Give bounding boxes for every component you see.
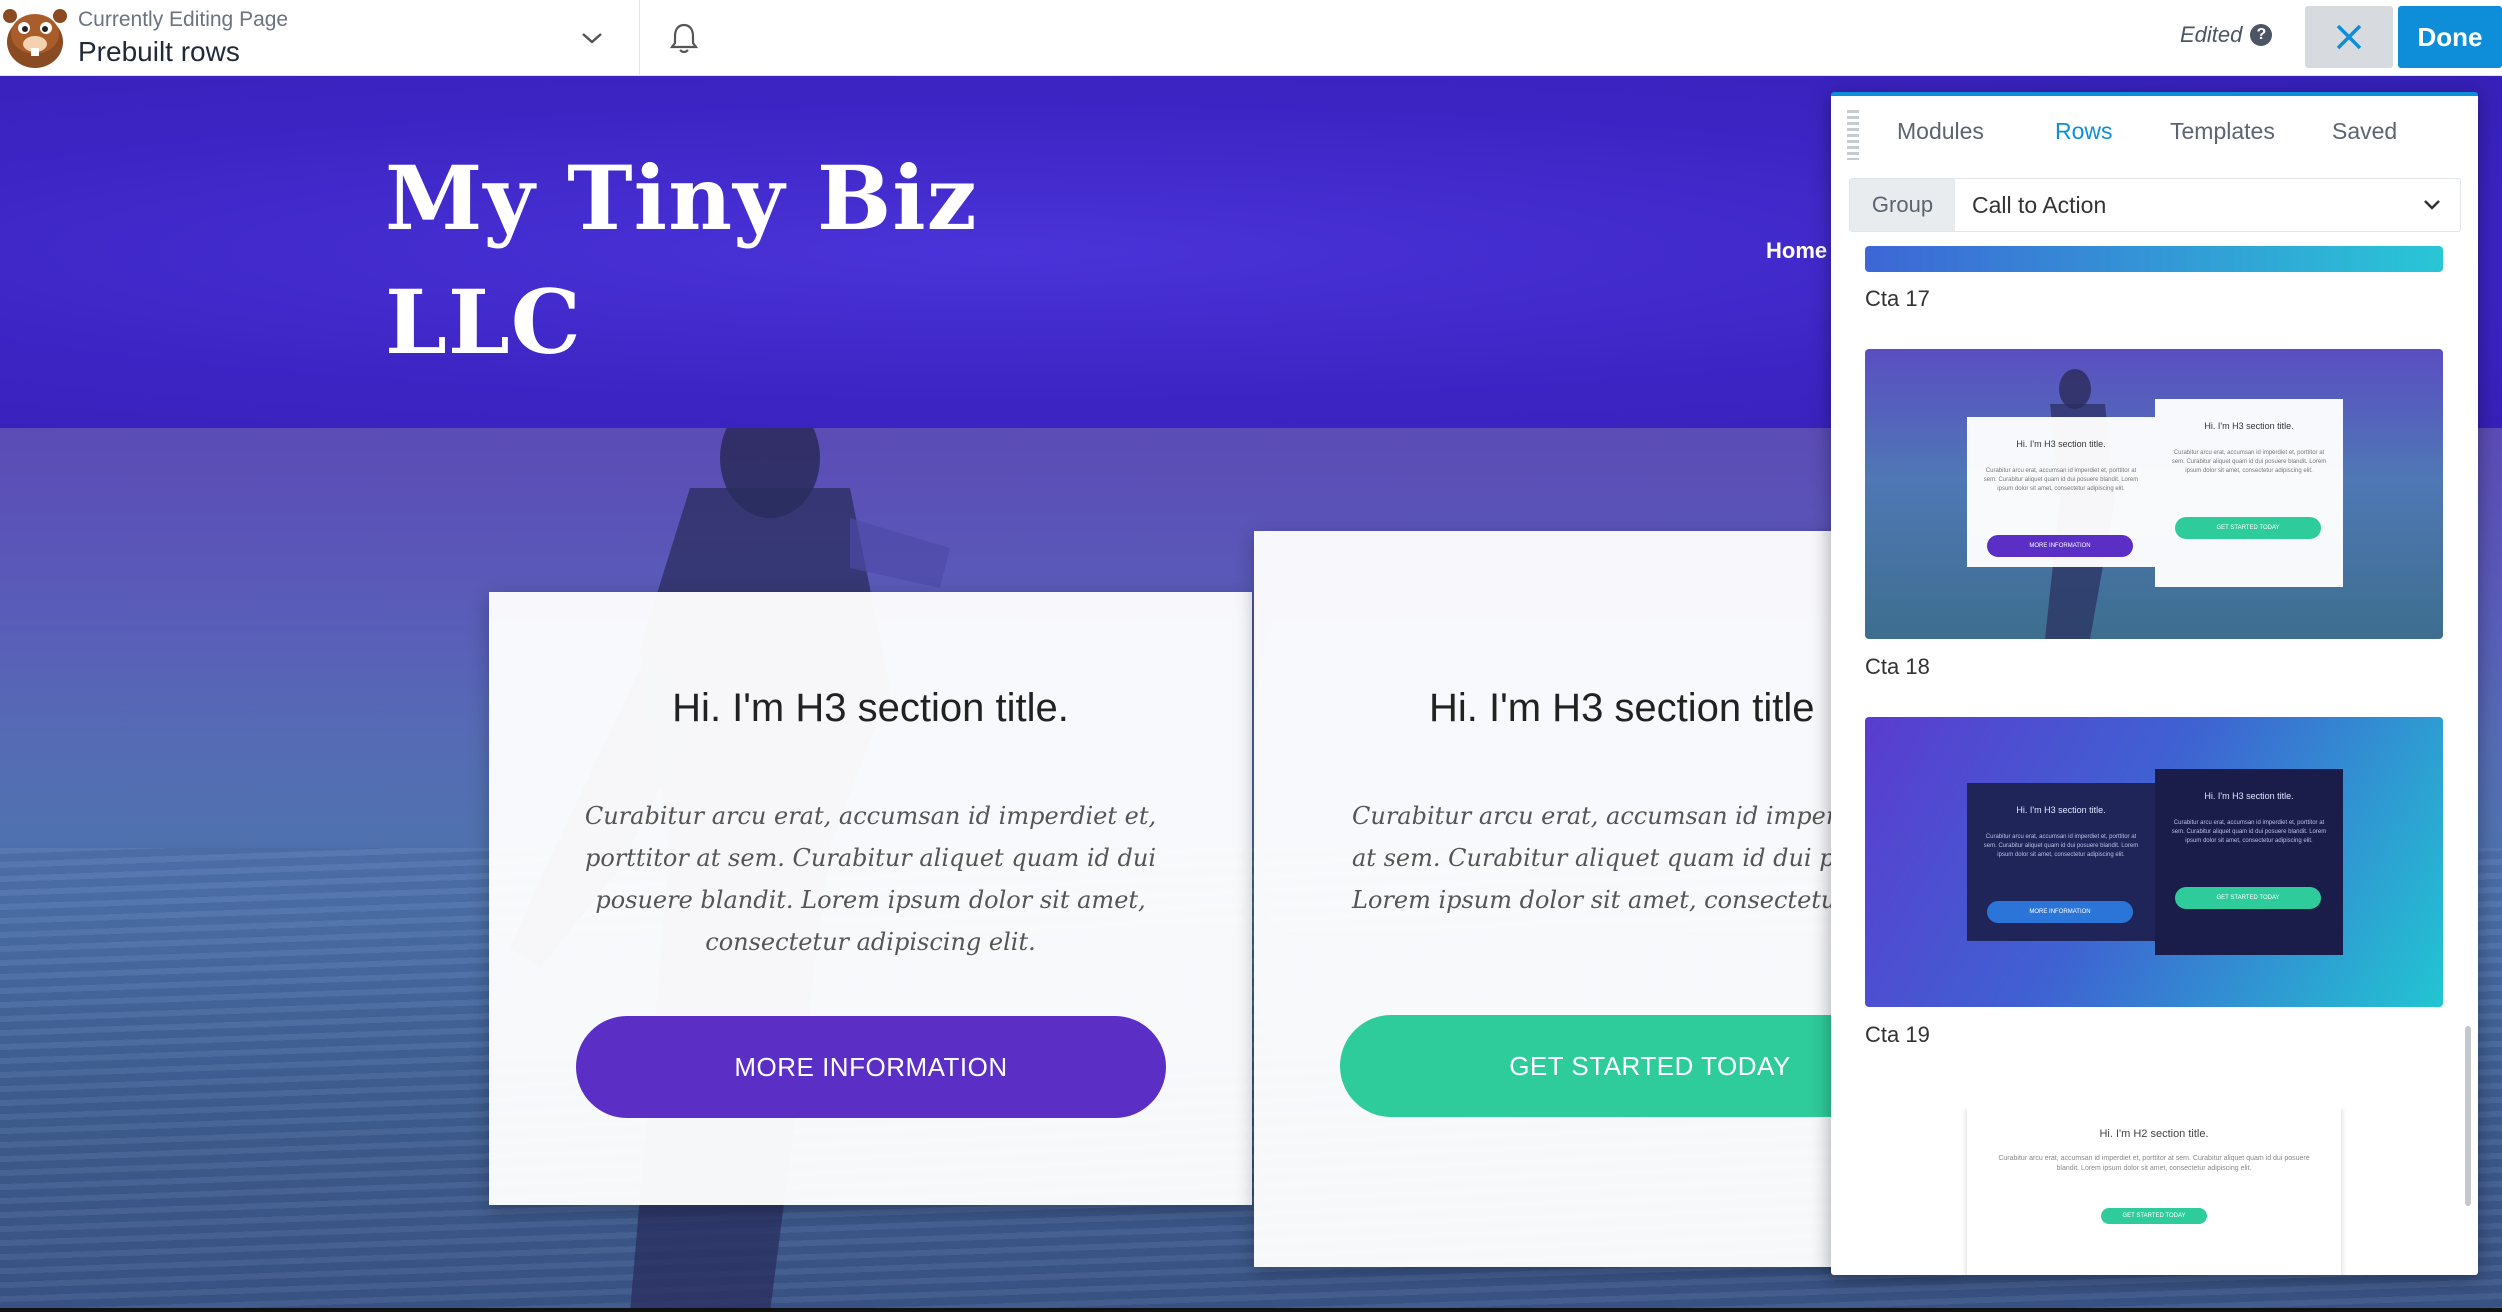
toolbar-divider — [639, 0, 640, 76]
edited-label: Edited — [2180, 22, 2243, 47]
thumb-card: Hi. I'm H3 section title. Curabitur arcu… — [1967, 417, 2155, 567]
row-label-cta-18: Cta 18 — [1865, 654, 1930, 679]
builder-toolbar: Currently Editing Page Prebuilt rows Edi… — [0, 0, 2502, 76]
card-1-title: Hi. I'm H3 section title. — [672, 686, 1069, 730]
thumb-card: Hi. I'm H3 section title. Curabitur arcu… — [1967, 783, 2155, 941]
thumb-card-body: Curabitur arcu erat, accumsan id imperdi… — [2171, 820, 2327, 844]
tab-rows[interactable]: Rows — [2055, 118, 2113, 145]
tab-templates[interactable]: Templates — [2170, 118, 2275, 145]
panel-tabs: Modules Rows Templates Saved — [1831, 118, 2478, 158]
thumb-card-body: Curabitur arcu erat, accumsan id imperdi… — [1983, 468, 2139, 492]
thumb-card-title: Hi. I'm H3 section title. — [2204, 791, 2294, 801]
edited-status: Edited ? — [2180, 22, 2273, 48]
chevron-down-icon — [2424, 200, 2440, 210]
page-menu-chevron-down-icon[interactable] — [570, 18, 614, 58]
page-info[interactable]: Currently Editing Page Prebuilt rows — [78, 8, 288, 68]
thumb-card-body: Curabitur arcu erat, accumsan id imperdi… — [2171, 450, 2327, 474]
thumb-card: Hi. I'm H3 section title. Curabitur arcu… — [2155, 399, 2343, 587]
row-thumbnail-cta-18[interactable]: Hi. I'm H3 section title. Curabitur arcu… — [1865, 349, 2443, 639]
page-title: Prebuilt rows — [78, 36, 240, 67]
more-information-button[interactable]: More Information — [576, 1016, 1166, 1118]
thumb-card-title: Hi. I'm H3 section title. — [2016, 805, 2106, 815]
row-thumbnail-cta-19[interactable]: Hi. I'm H3 section title. Curabitur arcu… — [1865, 717, 2443, 1007]
row-label-cta-17: Cta 17 — [1865, 286, 1930, 311]
thumb-button: GET STARTED TODAY — [2175, 517, 2321, 539]
thumb-card-body: Curabitur arcu erat, accumsan id imperdi… — [1983, 834, 2139, 858]
notifications-bell-icon[interactable] — [662, 16, 706, 60]
thumb-button: GET STARTED TODAY — [2175, 887, 2321, 909]
tab-modules[interactable]: Modules — [1897, 118, 1984, 145]
close-icon — [2336, 24, 2362, 50]
thumb-card-title: Hi. I'm H2 section title. — [2099, 1128, 2209, 1140]
thumb-card: Hi. I'm H3 section title. Curabitur arcu… — [2155, 769, 2343, 955]
brand-line-2: LLC — [385, 270, 582, 374]
group-value: Call to Action — [1972, 192, 2107, 218]
thumb-button: MORE INFORMATION — [1987, 535, 2133, 557]
thumb-card: Hi. I'm H2 section title. Curabitur arcu… — [1967, 1108, 2341, 1275]
panel-scrollbar[interactable] — [2465, 1026, 2471, 1206]
row-thumbnail-cta-17[interactable] — [1865, 246, 2443, 272]
content-panel: Modules Rows Templates Saved Group Call … — [1831, 92, 2478, 1275]
help-icon[interactable]: ? — [2250, 24, 2273, 46]
thumb-card-title: Hi. I'm H3 section title. — [2204, 421, 2294, 431]
rows-list: Cta 17 Hi. I'm H3 section title. Curabit… — [1831, 246, 2478, 1275]
cta-card-1: Hi. I'm H3 section title. Curabitur arcu… — [489, 592, 1252, 1205]
group-label: Group — [1850, 179, 1955, 231]
tab-saved[interactable]: Saved — [2332, 118, 2397, 145]
page-bottom-edge — [0, 1308, 2502, 1312]
editing-label: Currently Editing Page — [78, 8, 289, 31]
row-label-cta-19: Cta 19 — [1865, 1022, 1930, 1047]
done-button[interactable]: Done — [2398, 6, 2502, 68]
row-thumbnail-next[interactable]: Hi. I'm H2 section title. Curabitur arcu… — [1865, 1108, 2443, 1275]
close-panel-button[interactable] — [2305, 6, 2393, 68]
beaver-logo-icon — [3, 9, 67, 68]
thumb-card-body: Curabitur arcu erat, accumsan id imperdi… — [1998, 1155, 2310, 1172]
thumb-card-title: Hi. I'm H3 section title. — [2016, 439, 2106, 449]
group-select[interactable]: Group Call to Action — [1849, 178, 2461, 232]
site-brand[interactable]: My Tiny Biz LLC — [385, 136, 978, 384]
card-1-body: Curabitur arcu erat, accumsan id imperdi… — [584, 802, 1157, 956]
thumb-button: GET STARTED TODAY — [2101, 1208, 2207, 1224]
brand-line-1: My Tiny Biz — [385, 146, 978, 250]
nav-home-link[interactable]: Home — [1766, 238, 1827, 264]
thumb-button: MORE INFORMATION — [1987, 901, 2133, 923]
